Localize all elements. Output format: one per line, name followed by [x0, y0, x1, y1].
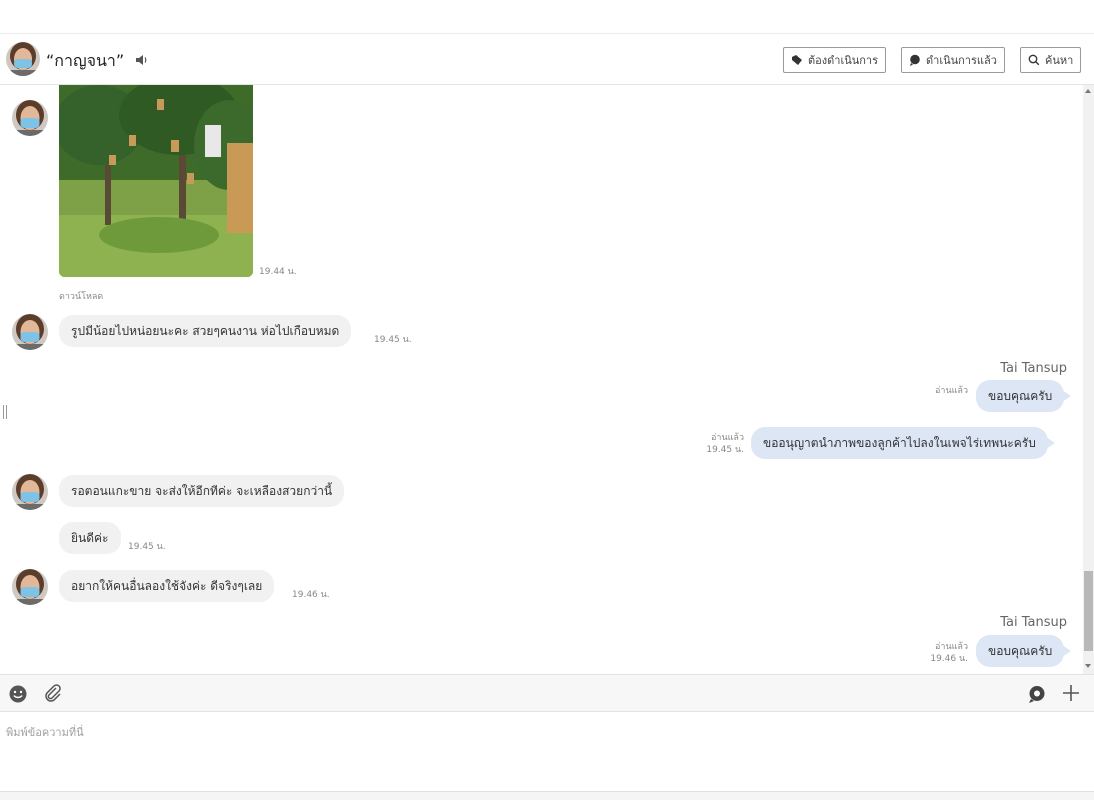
contact-name: “กาญจนา” — [46, 51, 125, 70]
chat-scrollbar[interactable] — [1083, 85, 1094, 674]
contact-avatar[interactable] — [12, 474, 48, 510]
sender-name: Tai Tansup — [1000, 615, 1067, 630]
incoming-message: รูปมีน้อยไปหน่อยนะคะ สวยๆคนงาน ห่อไปเกือ… — [59, 315, 352, 347]
composer — [0, 712, 1094, 792]
sender-name: Tai Tansup — [1000, 361, 1067, 376]
scroll-down-arrow[interactable] — [1085, 664, 1091, 668]
outgoing-message: ขอบคุณครับ — [976, 635, 1072, 667]
mango-orchard-photo[interactable] — [59, 85, 253, 277]
done-button-label: ดำเนินการแล้ว — [926, 54, 997, 67]
incoming-message: รอตอนแกะขาย จะส่งให้อีกทีค่ะ จะเหลืองสวย… — [59, 475, 345, 507]
contact-avatar[interactable] — [6, 42, 40, 76]
chat-area: 19.44 น. ดาวน์โหลด รูปมีน้อยไปหน่อยนะคะ … — [0, 85, 1083, 674]
pending-button-label: ต้องดำเนินการ — [808, 54, 878, 67]
contact-avatar[interactable] — [12, 314, 48, 350]
outgoing-message: ขออนุญาตนำภาพของลูกค้าไปลงในเพจไร่เทพนะค… — [751, 427, 1055, 459]
download-link[interactable]: ดาวน์โหลด — [59, 289, 103, 303]
message-time: 19.45 น. — [706, 445, 744, 455]
contact-avatar[interactable] — [12, 100, 48, 136]
search-icon — [1028, 54, 1040, 66]
read-receipt: อ่านแล้ว — [711, 433, 744, 443]
outgoing-message: ขอบคุณครับ — [976, 380, 1072, 412]
scroll-thumb[interactable] — [1084, 571, 1093, 651]
pending-button[interactable]: ต้องดำเนินการ — [783, 47, 886, 73]
message-time: 19.46 น. — [930, 654, 968, 664]
top-strip — [0, 0, 1094, 34]
read-receipt: อ่านแล้ว — [935, 642, 968, 652]
plus-icon[interactable] — [1061, 683, 1081, 703]
chat-header: “กาญจนา” ต้องดำเนินการ ดำเนินการแล้ว ค้น… — [0, 34, 1094, 85]
emoji-icon[interactable] — [8, 684, 28, 704]
search-button-label: ค้นหา — [1045, 54, 1074, 67]
message-time: 19.45 น. — [374, 335, 412, 345]
read-receipt: อ่านแล้ว — [935, 386, 968, 396]
message-input[interactable] — [0, 712, 1094, 790]
incoming-message: ยินดีค่ะ — [59, 522, 121, 554]
paperclip-icon[interactable] — [42, 683, 62, 703]
message-time: 19.44 น. — [259, 267, 297, 277]
done-button[interactable]: ดำเนินการแล้ว — [901, 47, 1005, 73]
scroll-up-arrow[interactable] — [1085, 89, 1091, 93]
chat-bubble-icon[interactable] — [1027, 684, 1047, 704]
resize-handle[interactable] — [3, 405, 7, 419]
contact-avatar[interactable] — [12, 569, 48, 605]
chat-bubble-icon — [910, 54, 920, 66]
message-time: 19.46 น. — [292, 590, 330, 600]
bottom-border — [0, 791, 1094, 800]
speaker-icon[interactable] — [134, 52, 150, 68]
tag-icon — [792, 55, 802, 65]
message-time: 19.45 น. — [128, 542, 166, 552]
incoming-message: อยากให้คนอื่นลองใช้จังค่ะ ดีจริงๆเลย — [59, 570, 275, 602]
search-button[interactable]: ค้นหา — [1020, 47, 1082, 73]
composer-toolbar — [0, 674, 1094, 712]
